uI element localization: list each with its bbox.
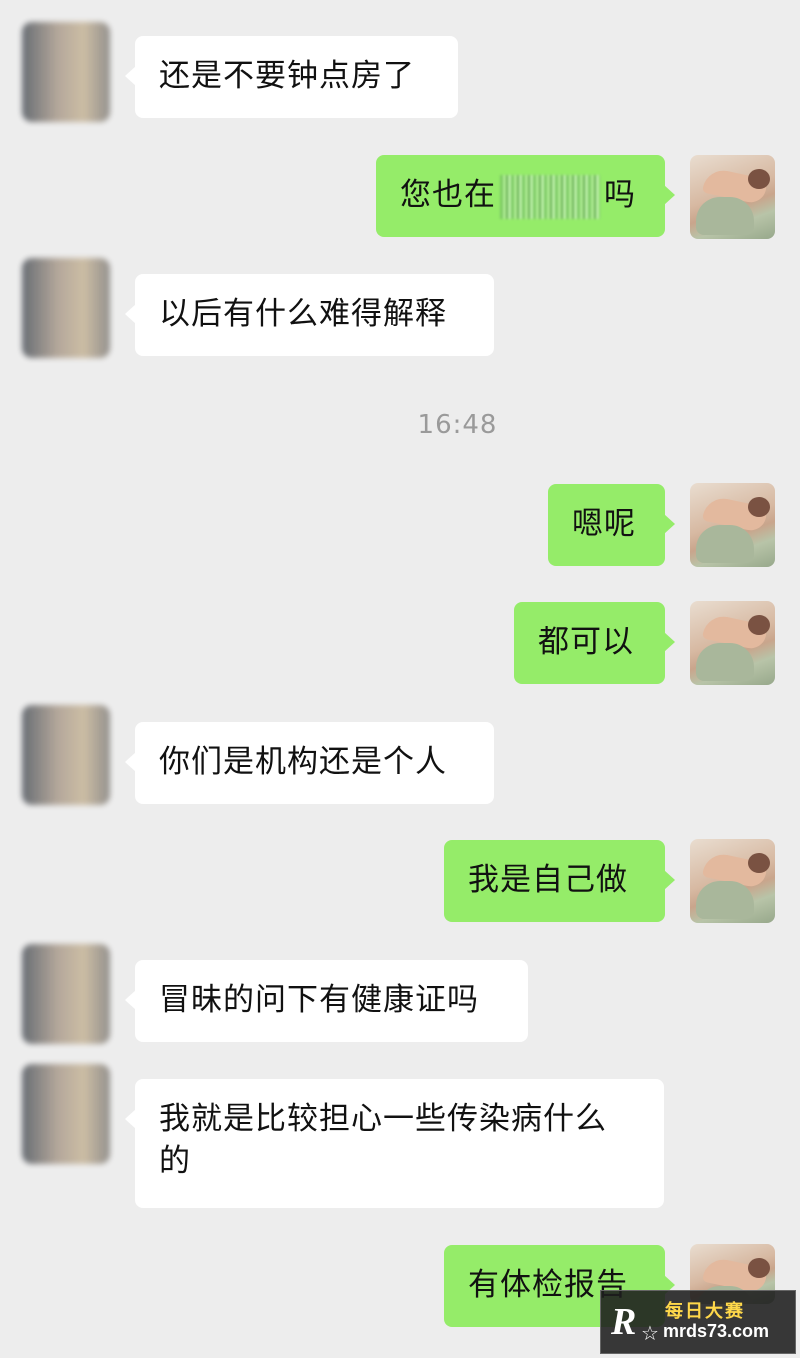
contact-avatar[interactable] bbox=[22, 22, 110, 122]
my-avatar[interactable] bbox=[690, 839, 775, 923]
message-text: 冒昧的问下有健康证吗 bbox=[159, 982, 479, 1018]
incoming-message-bubble[interactable]: 冒昧的问下有健康证吗 bbox=[125, 960, 528, 1042]
message-text: 你们是机构还是个人 bbox=[159, 744, 447, 780]
incoming-message-bubble[interactable]: 我就是比较担心一些传染病什么 的 bbox=[125, 1079, 664, 1208]
watermark-name: 每日大赛 bbox=[665, 1301, 745, 1322]
contact-avatar[interactable] bbox=[22, 944, 110, 1044]
outgoing-message-bubble[interactable]: 您也在 吗 bbox=[376, 155, 675, 237]
my-avatar[interactable] bbox=[690, 483, 775, 567]
star-icon: ☆ bbox=[641, 1321, 659, 1345]
site-watermark: R ☆ 每日大赛 mrds73.com bbox=[600, 1290, 796, 1354]
contact-avatar[interactable] bbox=[22, 258, 110, 358]
message-text: 我是自己做 bbox=[468, 862, 628, 898]
message-text-line-1: 我就是比较担心一些传染病什么 bbox=[159, 1101, 607, 1137]
redacted-text bbox=[500, 174, 600, 219]
message-text-after: 吗 bbox=[604, 177, 636, 213]
chat-timestamp: 16:48 bbox=[417, 410, 498, 440]
incoming-message-bubble[interactable]: 以后有什么难得解释 bbox=[125, 274, 494, 356]
contact-avatar[interactable] bbox=[22, 705, 110, 805]
my-avatar[interactable] bbox=[690, 155, 775, 239]
contact-avatar[interactable] bbox=[22, 1064, 110, 1164]
message-text: 都可以 bbox=[538, 624, 634, 660]
my-avatar[interactable] bbox=[690, 601, 775, 685]
message-text-before: 您也在 bbox=[400, 177, 496, 213]
message-text-line-2: 的 bbox=[159, 1143, 191, 1179]
message-text: 嗯呢 bbox=[572, 506, 636, 542]
message-text: 还是不要钟点房了 bbox=[159, 58, 415, 94]
chat-area: 还是不要钟点房了 您也在 吗 以后有什么难得解释 16:48 嗯呢 都可以 你们是… bbox=[0, 0, 800, 1358]
incoming-message-bubble[interactable]: 还是不要钟点房了 bbox=[125, 36, 458, 118]
outgoing-message-bubble[interactable]: 我是自己做 bbox=[444, 840, 675, 922]
incoming-message-bubble[interactable]: 你们是机构还是个人 bbox=[125, 722, 494, 804]
outgoing-message-bubble[interactable]: 都可以 bbox=[514, 602, 675, 684]
watermark-url: mrds73.com bbox=[663, 1321, 770, 1341]
outgoing-message-bubble[interactable]: 嗯呢 bbox=[548, 484, 675, 566]
message-text: 以后有什么难得解释 bbox=[159, 296, 447, 332]
